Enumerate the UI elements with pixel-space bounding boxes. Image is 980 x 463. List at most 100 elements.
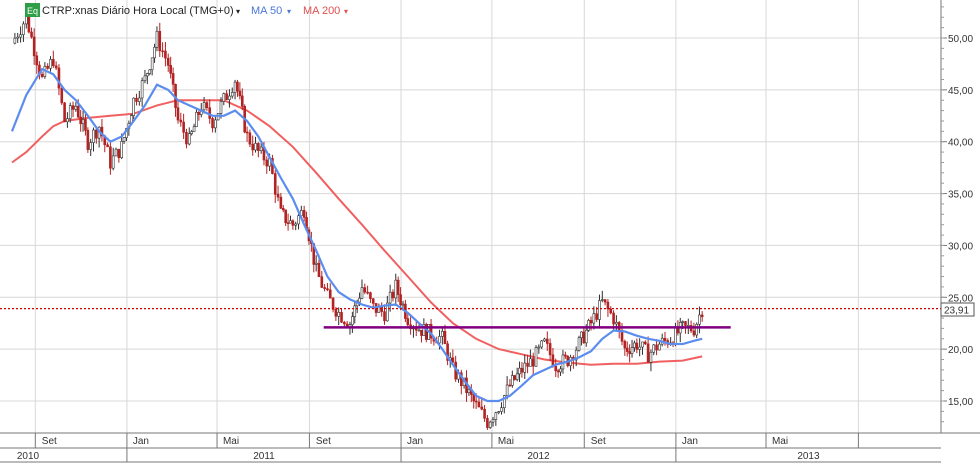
candle-body bbox=[540, 340, 543, 348]
symbol-title[interactable]: CTRP:xnas Diário Hora Local (TMG+0) bbox=[42, 5, 234, 17]
candle-body bbox=[74, 105, 78, 110]
candle-body bbox=[294, 223, 298, 226]
candle-body bbox=[438, 336, 441, 344]
candle-body bbox=[328, 289, 332, 299]
candle-body bbox=[197, 112, 201, 115]
candle-body bbox=[369, 292, 372, 299]
candle-body bbox=[559, 368, 562, 373]
candle-body bbox=[146, 73, 149, 77]
candle-body bbox=[176, 107, 180, 121]
candle-body bbox=[628, 351, 631, 355]
candle-body bbox=[643, 341, 647, 345]
candle-body bbox=[190, 131, 193, 134]
candle-body bbox=[161, 50, 164, 53]
candle-body bbox=[284, 209, 287, 224]
candle-body bbox=[623, 340, 627, 349]
candle-body bbox=[474, 400, 478, 403]
candle-body bbox=[182, 121, 185, 133]
candle-body bbox=[158, 30, 162, 52]
candle-body bbox=[286, 222, 290, 225]
candle-body bbox=[674, 326, 677, 345]
candle-body bbox=[483, 408, 486, 419]
candle-body bbox=[22, 23, 25, 35]
candle-body bbox=[205, 102, 209, 109]
candle-body bbox=[143, 75, 147, 82]
candle-body bbox=[185, 131, 188, 145]
candle-body bbox=[337, 312, 340, 317]
candle-body bbox=[276, 194, 280, 198]
candle-body bbox=[363, 287, 367, 293]
x-month-label: Set bbox=[316, 436, 331, 447]
candle-body bbox=[238, 90, 242, 97]
candle-body bbox=[120, 141, 123, 159]
symbol-dropdown-icon[interactable]: ▾ bbox=[236, 7, 240, 16]
candle-body bbox=[233, 81, 237, 93]
candle-body bbox=[13, 37, 17, 44]
candle-body bbox=[625, 347, 629, 352]
candle-body bbox=[86, 130, 90, 150]
candle-body bbox=[54, 65, 58, 69]
candle-body bbox=[388, 291, 392, 304]
candle-body bbox=[451, 357, 455, 363]
y-tick-label: 50,00 bbox=[948, 34, 973, 45]
candle-body bbox=[30, 31, 33, 38]
candle-body bbox=[68, 105, 72, 119]
candle-body bbox=[148, 69, 152, 74]
candle-body bbox=[187, 133, 191, 145]
candle-body bbox=[225, 93, 228, 100]
candle-body bbox=[111, 155, 115, 169]
candle-body bbox=[580, 331, 583, 339]
ma50-label[interactable]: MA 50 bbox=[251, 5, 282, 17]
candle-body bbox=[641, 341, 644, 348]
candle-body bbox=[236, 81, 239, 92]
candle-body bbox=[314, 262, 318, 265]
candle-body bbox=[399, 294, 402, 306]
candle-body bbox=[32, 36, 36, 57]
candle-body bbox=[117, 148, 121, 159]
candle-body bbox=[214, 119, 217, 129]
candle-body bbox=[71, 105, 75, 110]
chart-background bbox=[0, 0, 980, 463]
x-month-label: Mai bbox=[223, 436, 239, 447]
ma200-dropdown-icon[interactable]: ▾ bbox=[344, 7, 348, 16]
candle-body bbox=[692, 330, 696, 336]
candle-body bbox=[60, 87, 64, 104]
stock-chart[interactable]: 15,0020,0025,0030,0035,0040,0045,0050,00… bbox=[0, 0, 980, 463]
candle-body bbox=[320, 276, 324, 288]
candle-body bbox=[89, 142, 92, 150]
candle-body bbox=[443, 331, 447, 345]
candle-body bbox=[281, 207, 285, 211]
candle-body bbox=[84, 119, 87, 131]
candle-body bbox=[353, 305, 357, 317]
candle-body bbox=[257, 143, 260, 151]
candle-body bbox=[265, 159, 269, 167]
candle-body bbox=[122, 137, 126, 142]
candle-body bbox=[681, 321, 684, 323]
candle-body bbox=[248, 132, 252, 145]
candle-body bbox=[140, 80, 144, 99]
x-month-label: Set bbox=[591, 436, 606, 447]
ma200-label[interactable]: MA 200 bbox=[303, 5, 340, 17]
candle-body bbox=[230, 92, 234, 97]
candle-body bbox=[518, 367, 521, 375]
candle-body bbox=[164, 50, 167, 59]
candle-body bbox=[273, 173, 277, 195]
ma50-dropdown-icon[interactable]: ▾ bbox=[287, 7, 291, 16]
candle-body bbox=[155, 30, 159, 48]
candle-body bbox=[251, 143, 255, 151]
candle-body bbox=[488, 421, 492, 428]
candle-body bbox=[331, 297, 335, 310]
candle-body bbox=[486, 418, 489, 428]
candle-body bbox=[477, 401, 481, 408]
candle-body bbox=[601, 299, 604, 301]
x-month-label: Jan bbox=[682, 436, 698, 447]
candle-body bbox=[531, 358, 535, 367]
candle-body bbox=[138, 97, 141, 102]
candle-body bbox=[371, 298, 375, 304]
candle-body bbox=[76, 105, 80, 118]
candle-body bbox=[202, 102, 206, 111]
candle-body bbox=[406, 318, 410, 326]
candle-body bbox=[554, 365, 558, 372]
y-tick-label: 45,00 bbox=[948, 86, 973, 97]
candle-body bbox=[132, 97, 135, 116]
